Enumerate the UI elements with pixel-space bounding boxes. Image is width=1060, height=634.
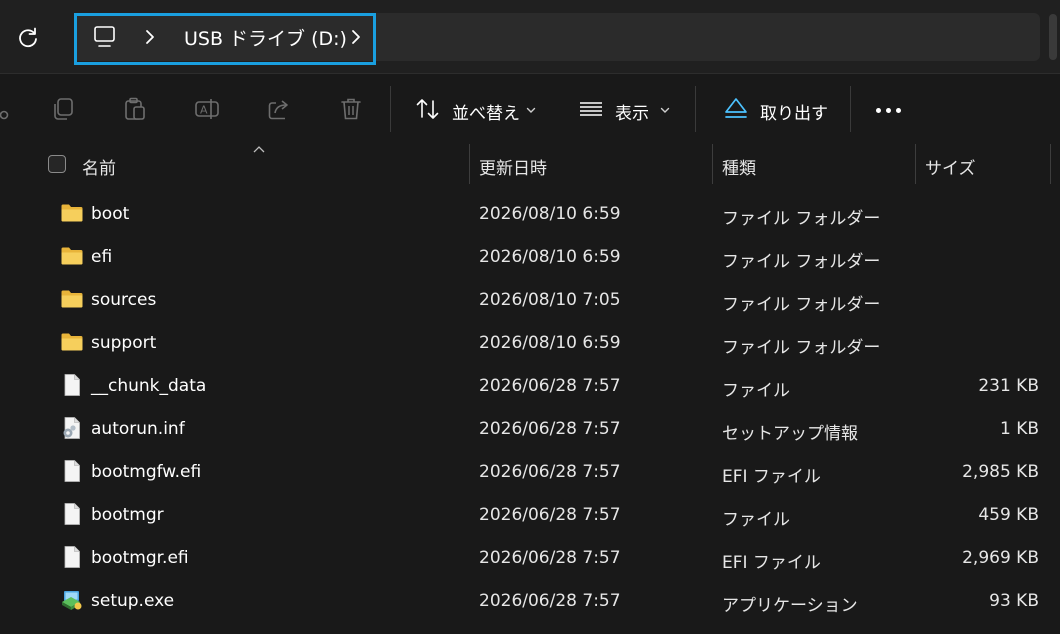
view-icon[interactable] — [578, 96, 604, 122]
file-row[interactable]: bootmgr 2026/06/28 7:57 ファイル 459 KB — [0, 493, 1060, 536]
view-button[interactable]: 表示 — [615, 99, 649, 124]
sort-icon[interactable] — [415, 96, 441, 122]
file-size: 1 KB — [999, 419, 1039, 439]
copy-icon[interactable] — [50, 96, 76, 122]
file-row[interactable]: setup.exe 2026/06/28 7:57 アプリケーション 93 KB — [0, 579, 1060, 622]
file-type: アプリケーション — [722, 596, 858, 616]
file-name[interactable]: bootmgr — [91, 505, 164, 525]
column-divider[interactable] — [1050, 144, 1051, 184]
file-type: ファイル — [722, 510, 790, 530]
file-row[interactable]: support 2026/08/10 6:59 ファイル フォルダー — [0, 321, 1060, 364]
file-date: 2026/08/10 6:59 — [479, 333, 621, 353]
file-row[interactable]: bootmgfw.efi 2026/06/28 7:57 EFI ファイル 2,985… — [0, 450, 1060, 493]
file-size: 231 KB — [978, 376, 1039, 396]
file-type: EFI ファイル — [722, 553, 821, 573]
breadcrumb-highlight — [74, 13, 376, 65]
eject-icon[interactable] — [723, 96, 749, 122]
command-bar: A 並べ替え 表示 取り出す — [0, 74, 1060, 144]
file-size: 93 KB — [989, 591, 1039, 611]
file-size: 459 KB — [978, 505, 1039, 525]
file-date: 2026/08/10 6:59 — [479, 204, 621, 224]
more-icon[interactable] — [876, 108, 902, 114]
chevron-down-icon[interactable] — [525, 104, 537, 116]
file-name[interactable]: __chunk_data — [91, 376, 206, 396]
file-date: 2026/06/28 7:57 — [479, 591, 621, 611]
file-date: 2026/06/28 7:57 — [479, 548, 621, 568]
file-date: 2026/06/28 7:57 — [479, 505, 621, 525]
file-icon — [60, 459, 84, 483]
column-header-type[interactable]: 種類 — [722, 154, 756, 179]
file-name[interactable]: efi — [91, 247, 112, 267]
file-date: 2026/06/28 7:57 — [479, 419, 621, 439]
file-type: EFI ファイル — [722, 467, 821, 487]
eject-button[interactable]: 取り出す — [760, 99, 828, 124]
setup-info-icon — [60, 416, 84, 440]
scrollbar-thumb[interactable] — [1049, 14, 1057, 60]
file-size: 2,969 KB — [962, 548, 1039, 568]
toolbar-divider — [695, 86, 696, 132]
file-icon — [60, 545, 84, 569]
file-list: boot 2026/08/10 6:59 ファイル フォルダー efi 2026/08… — [0, 192, 1060, 622]
rename-icon[interactable]: A — [194, 96, 220, 122]
file-name[interactable]: support — [91, 333, 156, 353]
file-row[interactable]: boot 2026/08/10 6:59 ファイル フォルダー — [0, 192, 1060, 235]
refresh-icon[interactable] — [14, 24, 42, 52]
file-row[interactable]: autorun.inf 2026/06/28 7:57 セットアップ情報 1 KB — [0, 407, 1060, 450]
toolbar-divider — [390, 86, 391, 132]
file-name[interactable]: bootmgfw.efi — [91, 462, 201, 482]
file-type: セットアップ情報 — [722, 424, 858, 444]
file-date: 2026/06/28 7:57 — [479, 462, 621, 482]
file-type: ファイル フォルダー — [722, 338, 881, 358]
file-name[interactable]: bootmgr.efi — [91, 548, 189, 568]
column-divider[interactable] — [469, 144, 470, 184]
chevron-down-icon[interactable] — [659, 104, 671, 116]
select-all-checkbox[interactable] — [48, 155, 66, 173]
file-row[interactable]: sources 2026/08/10 7:05 ファイル フォルダー — [0, 278, 1060, 321]
folder-icon — [60, 287, 84, 311]
file-type: ファイル フォルダー — [722, 295, 881, 315]
paste-icon[interactable] — [122, 96, 148, 122]
file-row[interactable]: efi 2026/08/10 6:59 ファイル フォルダー — [0, 235, 1060, 278]
column-header-size[interactable]: サイズ — [925, 154, 976, 179]
file-name[interactable]: boot — [91, 204, 129, 224]
file-date: 2026/08/10 6:59 — [479, 247, 621, 267]
file-name[interactable]: autorun.inf — [91, 419, 185, 439]
toolbar-divider — [850, 86, 851, 132]
file-size: 2,985 KB — [962, 462, 1039, 482]
column-header-row: 名前 更新日時 種類 サイズ — [0, 144, 1060, 188]
file-date: 2026/08/10 7:05 — [479, 290, 621, 310]
sort-ascending-icon — [253, 146, 265, 153]
file-name[interactable]: sources — [91, 290, 156, 310]
file-row[interactable]: bootmgr.efi 2026/06/28 7:57 EFI ファイル 2,969 … — [0, 536, 1060, 579]
file-row[interactable]: __chunk_data 2026/06/28 7:57 ファイル 231 KB — [0, 364, 1060, 407]
file-icon — [60, 502, 84, 526]
column-header-name[interactable]: 名前 — [82, 154, 116, 179]
delete-icon[interactable] — [338, 96, 364, 122]
address-bar-strip: USB ドライブ (D:) — [0, 0, 1060, 73]
file-icon — [60, 373, 84, 397]
folder-icon — [60, 330, 84, 354]
share-icon[interactable] — [266, 96, 292, 122]
file-type: ファイル フォルダー — [722, 252, 881, 272]
svg-text:A: A — [200, 104, 208, 117]
column-divider[interactable] — [915, 144, 916, 184]
column-divider[interactable] — [712, 144, 713, 184]
file-date: 2026/06/28 7:57 — [479, 376, 621, 396]
folder-icon — [60, 244, 84, 268]
application-icon — [60, 588, 84, 612]
file-type: ファイル — [722, 381, 790, 401]
sort-button[interactable]: 並べ替え — [452, 99, 520, 124]
folder-icon — [60, 201, 84, 225]
file-name[interactable]: setup.exe — [91, 591, 174, 611]
file-type: ファイル フォルダー — [722, 209, 881, 229]
cut-icon[interactable] — [0, 96, 12, 122]
column-header-date[interactable]: 更新日時 — [479, 154, 547, 179]
